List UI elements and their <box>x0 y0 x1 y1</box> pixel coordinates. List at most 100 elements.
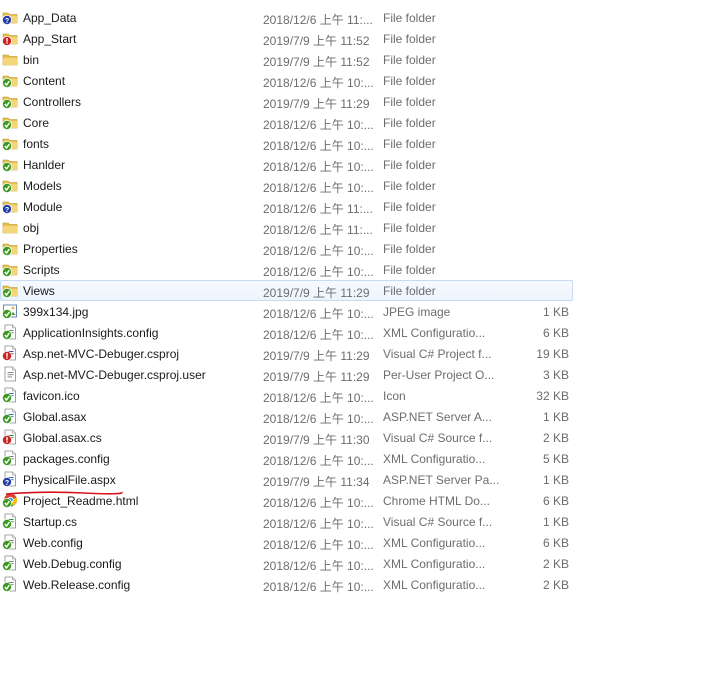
file-size: 1 KB <box>542 515 569 529</box>
list-item[interactable]: Web.Debug.config 2018/12/6 上午 10:... XML C… <box>0 553 702 574</box>
date-modified: 2018/12/6 上午 11:... <box>263 223 373 237</box>
file-name: Scripts <box>23 263 60 277</box>
list-item[interactable]: Views 2019/7/9 上午 11:29 File folder <box>0 280 702 301</box>
file-size: 6 KB <box>542 494 569 508</box>
config-file-icon <box>2 534 18 550</box>
file-name: App_Start <box>23 32 77 46</box>
folder-icon <box>2 135 18 151</box>
list-item[interactable]: fonts 2018/12/6 上午 10:... File folder <box>0 133 702 154</box>
file-size: 6 KB <box>542 326 569 340</box>
file-type: Per-User Project O... <box>383 368 495 382</box>
list-item[interactable]: Content 2018/12/6 上午 10:... File folder <box>0 70 702 91</box>
file-type: Visual C# Source f... <box>383 515 493 529</box>
list-item[interactable]: ? PhysicalFile.aspx 2019/7/9 上午 11:34 ASP.N… <box>0 469 702 490</box>
list-item[interactable]: Core 2018/12/6 上午 10:... File folder <box>0 112 702 133</box>
file-type: XML Configuratio... <box>383 326 486 340</box>
date-modified: 2018/12/6 上午 10:... <box>263 391 374 405</box>
list-item[interactable]: obj 2018/12/6 上午 11:... File folder <box>0 217 702 238</box>
file-type: Chrome HTML Do... <box>383 494 490 508</box>
file-name: 399x134.jpg <box>23 305 89 319</box>
annotation-underline <box>5 491 123 495</box>
file-size: 32 KB <box>536 389 569 403</box>
date-modified: 2018/12/6 上午 10:... <box>263 412 374 426</box>
list-item[interactable]: Global.asax.cs 2019/7/9 上午 11:30 Visual C#… <box>0 427 702 448</box>
file-name: Models <box>23 179 62 193</box>
file-name: Web.config <box>23 536 83 550</box>
list-item[interactable]: Web.Release.config 2018/12/6 上午 10:... XML… <box>0 574 702 595</box>
file-type: JPEG image <box>383 305 451 319</box>
date-modified: 2018/12/6 上午 10:... <box>263 328 374 342</box>
folder-icon: ? <box>2 198 18 214</box>
date-modified: 2018/12/6 上午 11:... <box>263 202 373 216</box>
file-name: Content <box>23 74 66 88</box>
file-list: ? App_Data 2018/12/6 上午 11:... File folder A… <box>0 7 702 595</box>
list-item[interactable]: App_Start 2019/7/9 上午 11:52 File folder <box>0 28 702 49</box>
list-item[interactable]: 399x134.jpg 2018/12/6 上午 10:... JPEG image… <box>0 301 702 322</box>
list-item[interactable]: Scripts 2018/12/6 上午 10:... File folder <box>0 259 702 280</box>
list-item[interactable]: Startup.cs 2018/12/6 上午 10:... Visual C# S… <box>0 511 702 532</box>
file-name: Asp.net-MVC-Debuger.csproj <box>23 347 180 361</box>
file-type: File folder <box>383 221 436 235</box>
folder-icon <box>2 240 18 256</box>
config-file-icon <box>2 555 18 571</box>
file-name: App_Data <box>23 11 77 25</box>
file-name: Core <box>23 116 50 130</box>
list-item[interactable]: Asp.net-MVC-Debuger.csproj.user 2019/7/9 … <box>0 364 702 385</box>
date-modified: 2018/12/6 上午 10:... <box>263 454 374 468</box>
list-item[interactable]: ? App_Data 2018/12/6 上午 11:... File folder <box>0 7 702 28</box>
cs-file-icon <box>2 429 18 445</box>
asax-file-icon <box>2 408 18 424</box>
list-item[interactable]: Models 2018/12/6 上午 10:... File folder <box>0 175 702 196</box>
file-size: 2 KB <box>542 431 569 445</box>
file-size: 5 KB <box>542 452 569 466</box>
list-item[interactable]: ApplicationInsights.config 2018/12/6 上午 1… <box>0 322 702 343</box>
folder-icon <box>2 114 18 130</box>
file-type: Visual C# Project f... <box>383 347 492 361</box>
file-name: Views <box>23 284 55 298</box>
file-type: File folder <box>383 263 436 277</box>
file-name: fonts <box>23 137 50 151</box>
folder-icon <box>2 261 18 277</box>
date-modified: 2018/12/6 上午 10:... <box>263 160 374 174</box>
list-item[interactable]: favicon.ico 2018/12/6 上午 10:... Icon 32 KB <box>0 385 702 406</box>
list-item[interactable]: Properties 2018/12/6 上午 10:... File folder <box>0 238 702 259</box>
project-file-icon <box>2 345 18 361</box>
list-item[interactable]: Asp.net-MVC-Debuger.csproj 2019/7/9 上午 11… <box>0 343 702 364</box>
file-size: 2 KB <box>542 578 569 592</box>
date-modified: 2018/12/6 上午 10:... <box>263 517 374 531</box>
date-modified: 2018/12/6 上午 10:... <box>263 307 374 321</box>
file-size: 3 KB <box>542 368 569 382</box>
file-type: File folder <box>383 116 436 130</box>
list-item[interactable]: bin 2019/7/9 上午 11:52 File folder <box>0 49 702 70</box>
file-type: File folder <box>383 137 436 151</box>
file-name: Web.Release.config <box>23 578 131 592</box>
file-type: XML Configuratio... <box>383 578 486 592</box>
folder-icon <box>2 177 18 193</box>
file-name: Asp.net-MVC-Debuger.csproj.user <box>23 368 206 382</box>
date-modified: 2019/7/9 上午 11:52 <box>263 34 370 48</box>
list-item[interactable]: Global.asax 2018/12/6 上午 10:... ASP.NET Se… <box>0 406 702 427</box>
folder-icon: ? <box>2 9 18 25</box>
folder-icon <box>2 72 18 88</box>
date-modified: 2019/7/9 上午 11:29 <box>263 349 370 363</box>
file-size: 2 KB <box>542 557 569 571</box>
date-modified: 2018/12/6 上午 10:... <box>263 244 374 258</box>
file-name: Controllers <box>23 95 82 109</box>
date-modified: 2018/12/6 上午 10:... <box>263 496 374 510</box>
file-name: Global.asax.cs <box>23 431 102 445</box>
date-modified: 2019/7/9 上午 11:29 <box>263 97 370 111</box>
list-item[interactable]: ? Module 2018/12/6 上午 11:... File folder <box>0 196 702 217</box>
list-item[interactable]: Hanlder 2018/12/6 上午 10:... File folder <box>0 154 702 175</box>
svg-text:?: ? <box>5 480 9 487</box>
date-modified: 2018/12/6 上午 10:... <box>263 559 374 573</box>
list-item[interactable]: Controllers 2019/7/9 上午 11:29 File folder <box>0 91 702 112</box>
file-name: ApplicationInsights.config <box>23 326 159 340</box>
file-type: ASP.NET Server Pa... <box>383 473 500 487</box>
list-item[interactable]: packages.config 2018/12/6 上午 10:... XML Co… <box>0 448 702 469</box>
folder-icon <box>2 282 18 298</box>
date-modified: 2018/12/6 上午 10:... <box>263 538 374 552</box>
list-item[interactable]: Web.config 2018/12/6 上午 10:... XML Configu… <box>0 532 702 553</box>
config-file-icon <box>2 576 18 592</box>
image-file-icon <box>2 303 18 319</box>
file-name: Web.Debug.config <box>23 557 122 571</box>
